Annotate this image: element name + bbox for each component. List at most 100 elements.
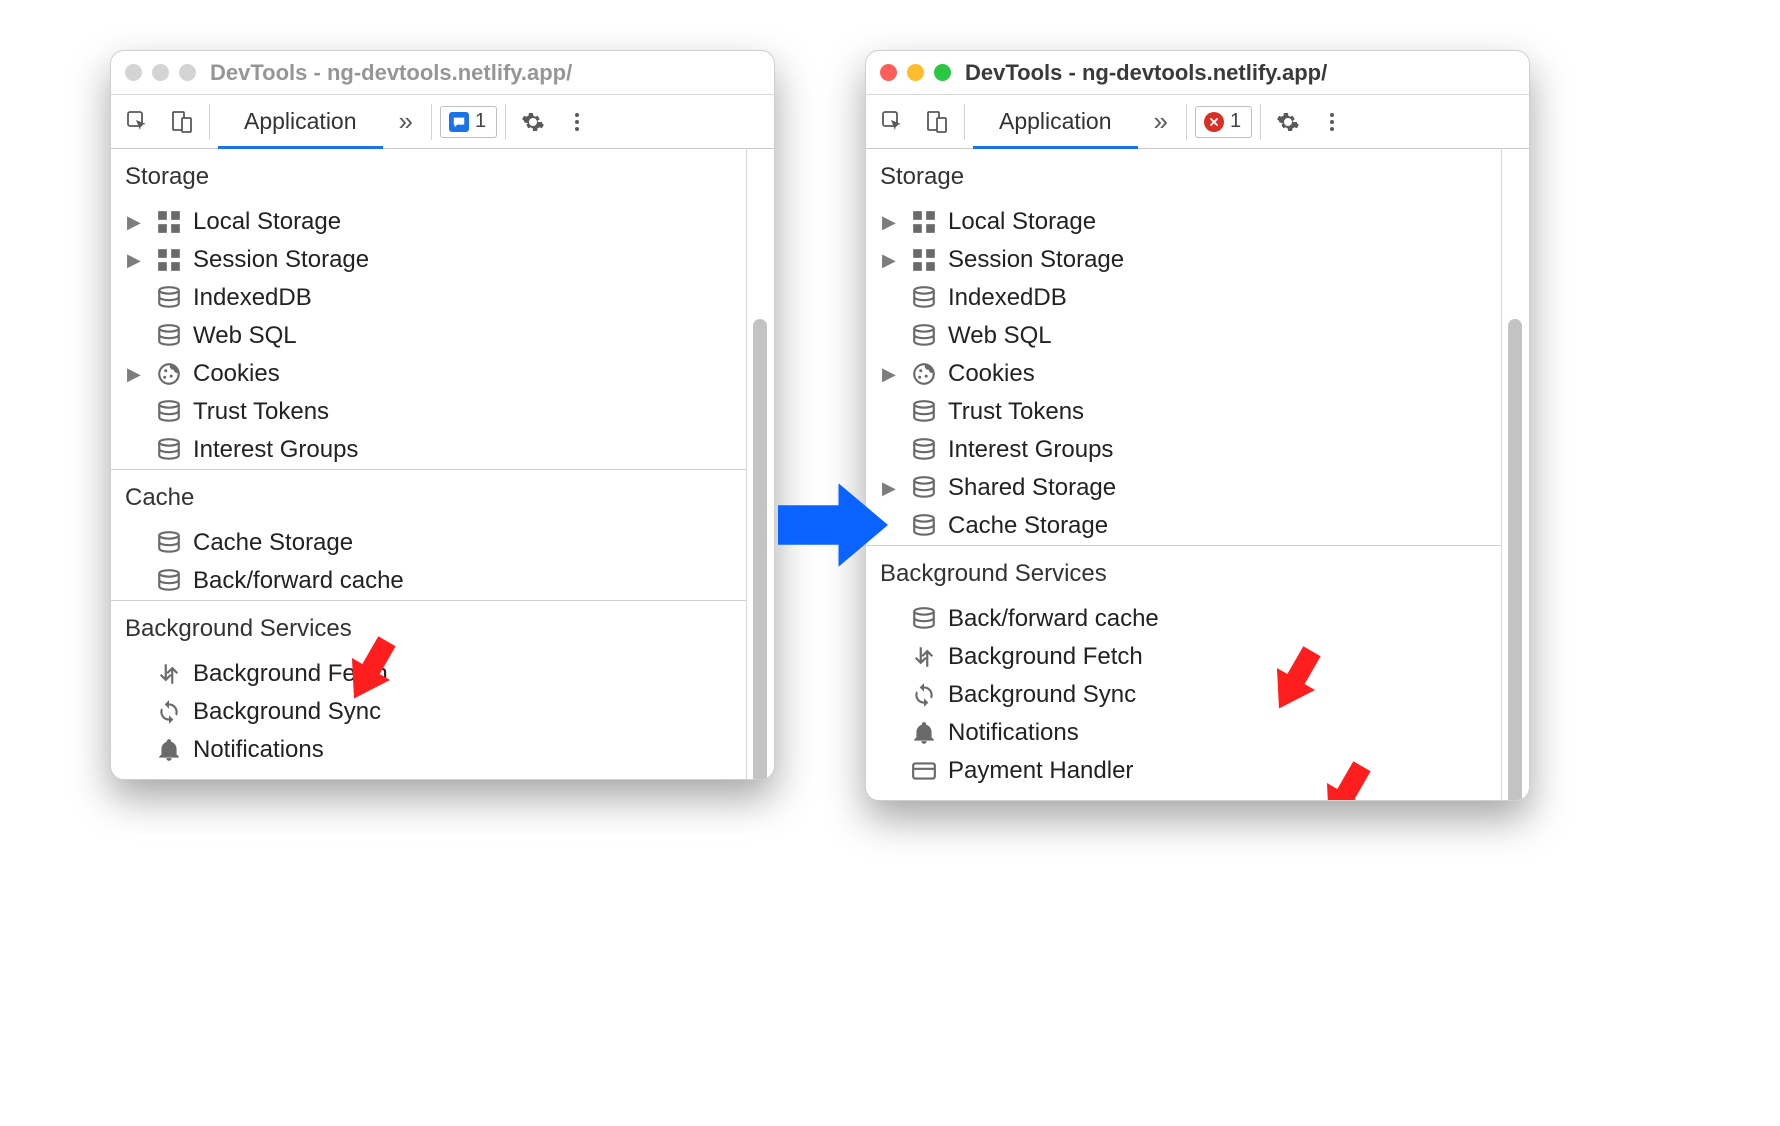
tree-item[interactable]: ▶Shared Storage: [866, 469, 1501, 507]
caret-icon[interactable]: ▶: [882, 250, 896, 271]
separator: [431, 104, 432, 140]
db-icon: [155, 398, 183, 426]
separator: [964, 104, 965, 140]
more-tabs-icon[interactable]: »: [1144, 106, 1178, 137]
devtools-toolbar: Application » 1: [111, 95, 774, 149]
tab-label: Application: [999, 108, 1112, 135]
tree-item-label: Background Sync: [948, 681, 1136, 709]
db-icon: [155, 322, 183, 350]
tab-application[interactable]: Application: [973, 95, 1138, 149]
gear-icon[interactable]: [514, 103, 552, 141]
tree-item[interactable]: Web SQL: [866, 317, 1501, 355]
tree-item[interactable]: Payment Handler: [866, 752, 1501, 790]
kebab-menu-icon[interactable]: [558, 103, 596, 141]
tree-item-label: Background Fetch: [193, 660, 388, 688]
tree-item[interactable]: Background Sync: [866, 676, 1501, 714]
db-icon: [155, 436, 183, 464]
tree-item-label: Cache Storage: [193, 529, 353, 557]
tree-item[interactable]: Back/forward cache: [866, 600, 1501, 638]
panel-content: Storage ▶ Local Storage ▶Session StorageInd…: [866, 149, 1529, 800]
caret-icon[interactable]: ▶: [882, 364, 896, 385]
minimize-dot[interactable]: [152, 64, 169, 81]
caret-icon[interactable]: ▶: [127, 364, 141, 385]
tree-item[interactable]: Cache Storage: [866, 507, 1501, 545]
tree-item[interactable]: Trust Tokens: [111, 393, 746, 431]
tree-item-label: Interest Groups: [193, 436, 358, 464]
tree-item-label: Background Sync: [193, 698, 381, 726]
more-tabs-icon[interactable]: »: [389, 106, 423, 137]
tree-item[interactable]: ▶Session Storage: [111, 241, 746, 279]
tree-item[interactable]: Background Fetch: [866, 638, 1501, 676]
device-toggle-icon[interactable]: [918, 103, 956, 141]
tree-item[interactable]: ▶ Local Storage: [111, 203, 746, 241]
tree-item-label: IndexedDB: [193, 284, 312, 312]
tree-item-label: Cookies: [193, 360, 280, 388]
devtools-toolbar: Application » 1: [866, 95, 1529, 149]
tree-item[interactable]: Back/forward cache: [111, 562, 746, 600]
sync-icon: [910, 681, 938, 709]
tree-item[interactable]: Notifications: [111, 731, 746, 769]
tree-item-label: Local Storage: [948, 208, 1096, 236]
tree-item[interactable]: Trust Tokens: [866, 393, 1501, 431]
tree-item[interactable]: ▶Session Storage: [866, 241, 1501, 279]
issues-badge[interactable]: 1: [440, 106, 497, 138]
section-header: Background Services: [111, 600, 746, 655]
tree-item[interactable]: ▶ Local Storage: [866, 203, 1501, 241]
grid-icon: [155, 246, 183, 274]
titlebar: DevTools - ng-devtools.netlify.app/: [866, 51, 1529, 95]
devtools-window-after: DevTools - ng-devtools.netlify.app/ Appl…: [865, 50, 1530, 801]
tree-item[interactable]: ▶ Cookies: [111, 355, 746, 393]
errors-badge[interactable]: 1: [1195, 106, 1252, 138]
tree-item[interactable]: ▶ Cookies: [866, 355, 1501, 393]
arrow-right-icon: [778, 480, 888, 570]
tree-item-label: Web SQL: [193, 322, 297, 350]
grid-icon: [155, 208, 183, 236]
inspect-element-icon[interactable]: [119, 103, 157, 141]
db-icon: [910, 322, 938, 350]
tree-item-label: Cookies: [948, 360, 1035, 388]
tree-item[interactable]: Interest Groups: [866, 431, 1501, 469]
cookie-icon: [910, 360, 938, 388]
scrollbar[interactable]: [1501, 149, 1529, 800]
window-title: DevTools - ng-devtools.netlify.app/: [965, 60, 1327, 86]
tree-item[interactable]: Background Sync: [111, 693, 746, 731]
panel-content: Storage▶Local Storage▶Session StorageInd…: [111, 149, 774, 779]
tree-item[interactable]: IndexedDB: [111, 279, 746, 317]
error-icon: [1204, 112, 1224, 132]
caret-icon[interactable]: ▶: [127, 250, 141, 271]
tree-item[interactable]: Web SQL: [111, 317, 746, 355]
tree-item[interactable]: IndexedDB: [866, 279, 1501, 317]
bell-icon: [910, 719, 938, 747]
section-header: Storage: [866, 149, 1501, 203]
window-title: DevTools - ng-devtools.netlify.app/: [210, 60, 572, 86]
tab-application[interactable]: Application: [218, 95, 383, 149]
tree-item[interactable]: Notifications: [866, 714, 1501, 752]
kebab-menu-icon[interactable]: [1313, 103, 1351, 141]
tree-item-label: Cache Storage: [948, 512, 1108, 540]
caret-icon[interactable]: ▶: [127, 212, 141, 233]
zoom-dot[interactable]: [179, 64, 196, 81]
minimize-dot[interactable]: [907, 64, 924, 81]
db-icon: [910, 474, 938, 502]
tree-item[interactable]: Background Fetch: [111, 655, 746, 693]
tree-item-label: Back/forward cache: [948, 605, 1159, 633]
caret-icon[interactable]: ▶: [882, 212, 896, 233]
device-toggle-icon[interactable]: [163, 103, 201, 141]
inspect-element-icon[interactable]: [874, 103, 912, 141]
db-icon: [155, 284, 183, 312]
db-icon: [155, 567, 183, 595]
scrollbar[interactable]: [746, 149, 774, 779]
zoom-dot[interactable]: [934, 64, 951, 81]
close-dot[interactable]: [125, 64, 142, 81]
tree-item[interactable]: Cache Storage: [111, 524, 746, 562]
card-icon: [910, 757, 938, 785]
traffic-lights[interactable]: [880, 64, 951, 81]
db-icon: [910, 512, 938, 540]
tree-item[interactable]: Interest Groups: [111, 431, 746, 469]
gear-icon[interactable]: [1269, 103, 1307, 141]
traffic-lights[interactable]: [125, 64, 196, 81]
tree-item-label: Local Storage: [193, 208, 341, 236]
close-dot[interactable]: [880, 64, 897, 81]
tree-item-label: Payment Handler: [948, 757, 1133, 785]
tree-item-label: Trust Tokens: [948, 398, 1084, 426]
